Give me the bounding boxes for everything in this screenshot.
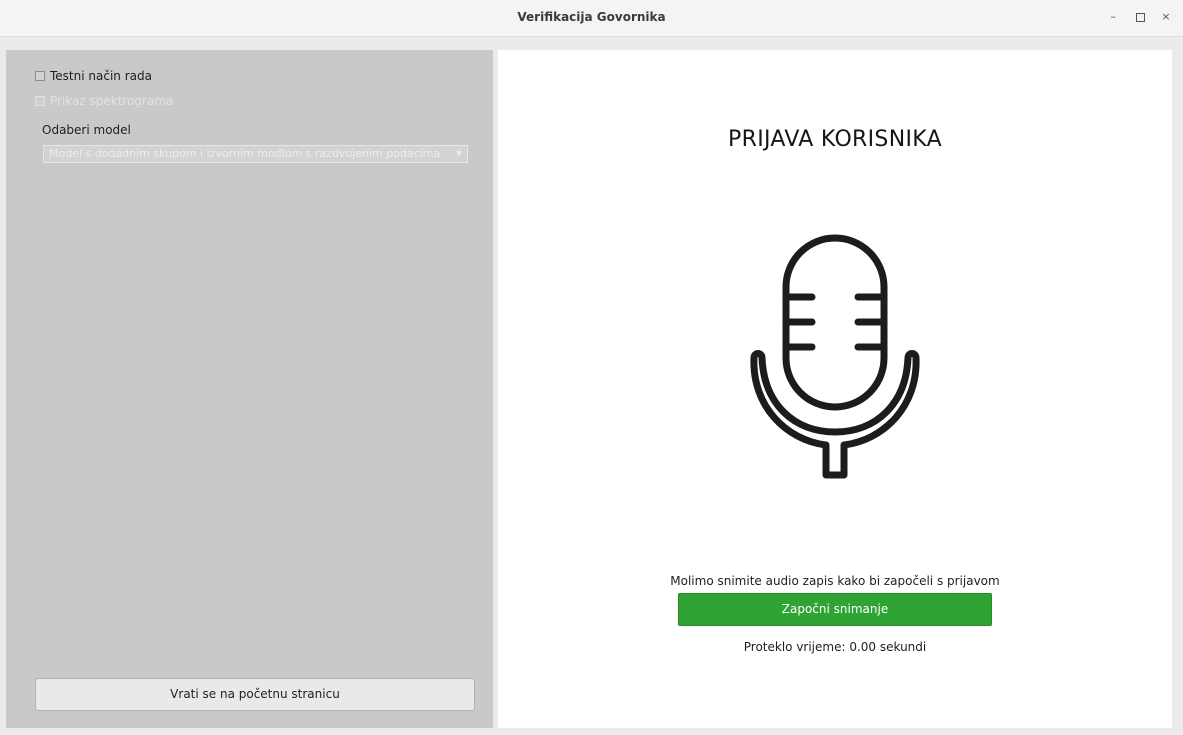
- elapsed-time: Proteklo vrijeme: 0.00 sekundi: [743, 640, 927, 654]
- model-select[interactable]: Model s dodadnim skupom i izvornim modlo…: [43, 145, 468, 163]
- login-panel: PRIJAVA KORISNIKA Molimo snimite audio z…: [498, 50, 1172, 728]
- checkbox-box[interactable]: [35, 96, 45, 106]
- spectrogram-label: Prikaz spektrograma: [50, 94, 174, 108]
- settings-sidebar: Testni način rada Prikaz spektrograma Od…: [6, 50, 493, 728]
- model-label: Odaberi model: [42, 123, 131, 137]
- page-title: PRIJAVA KORISNIKA: [728, 127, 942, 152]
- window-title: Verifikacija Govornika: [517, 10, 666, 24]
- test-mode-label: Testni način rada: [50, 69, 152, 83]
- microphone-icon: [750, 234, 920, 479]
- recording-instruction: Molimo snimite audio zapis kako bi započ…: [670, 574, 1000, 588]
- checkbox-box[interactable]: [35, 71, 45, 81]
- back-to-home-button[interactable]: Vrati se na početnu stranicu: [35, 678, 475, 711]
- minimize-icon[interactable]: –: [1105, 9, 1121, 25]
- window-titlebar: Verifikacija Govornika – ×: [0, 0, 1183, 37]
- chevron-down-icon: ▼: [455, 149, 462, 158]
- start-recording-button[interactable]: Započni snimanje: [678, 593, 992, 626]
- close-icon[interactable]: ×: [1158, 9, 1174, 25]
- model-select-value: Model s dodadnim skupom i izvornim modlo…: [49, 147, 441, 160]
- test-mode-checkbox[interactable]: Testni način rada: [35, 68, 152, 84]
- maximize-icon[interactable]: [1132, 9, 1148, 25]
- spectrogram-checkbox[interactable]: Prikaz spektrograma: [35, 93, 173, 109]
